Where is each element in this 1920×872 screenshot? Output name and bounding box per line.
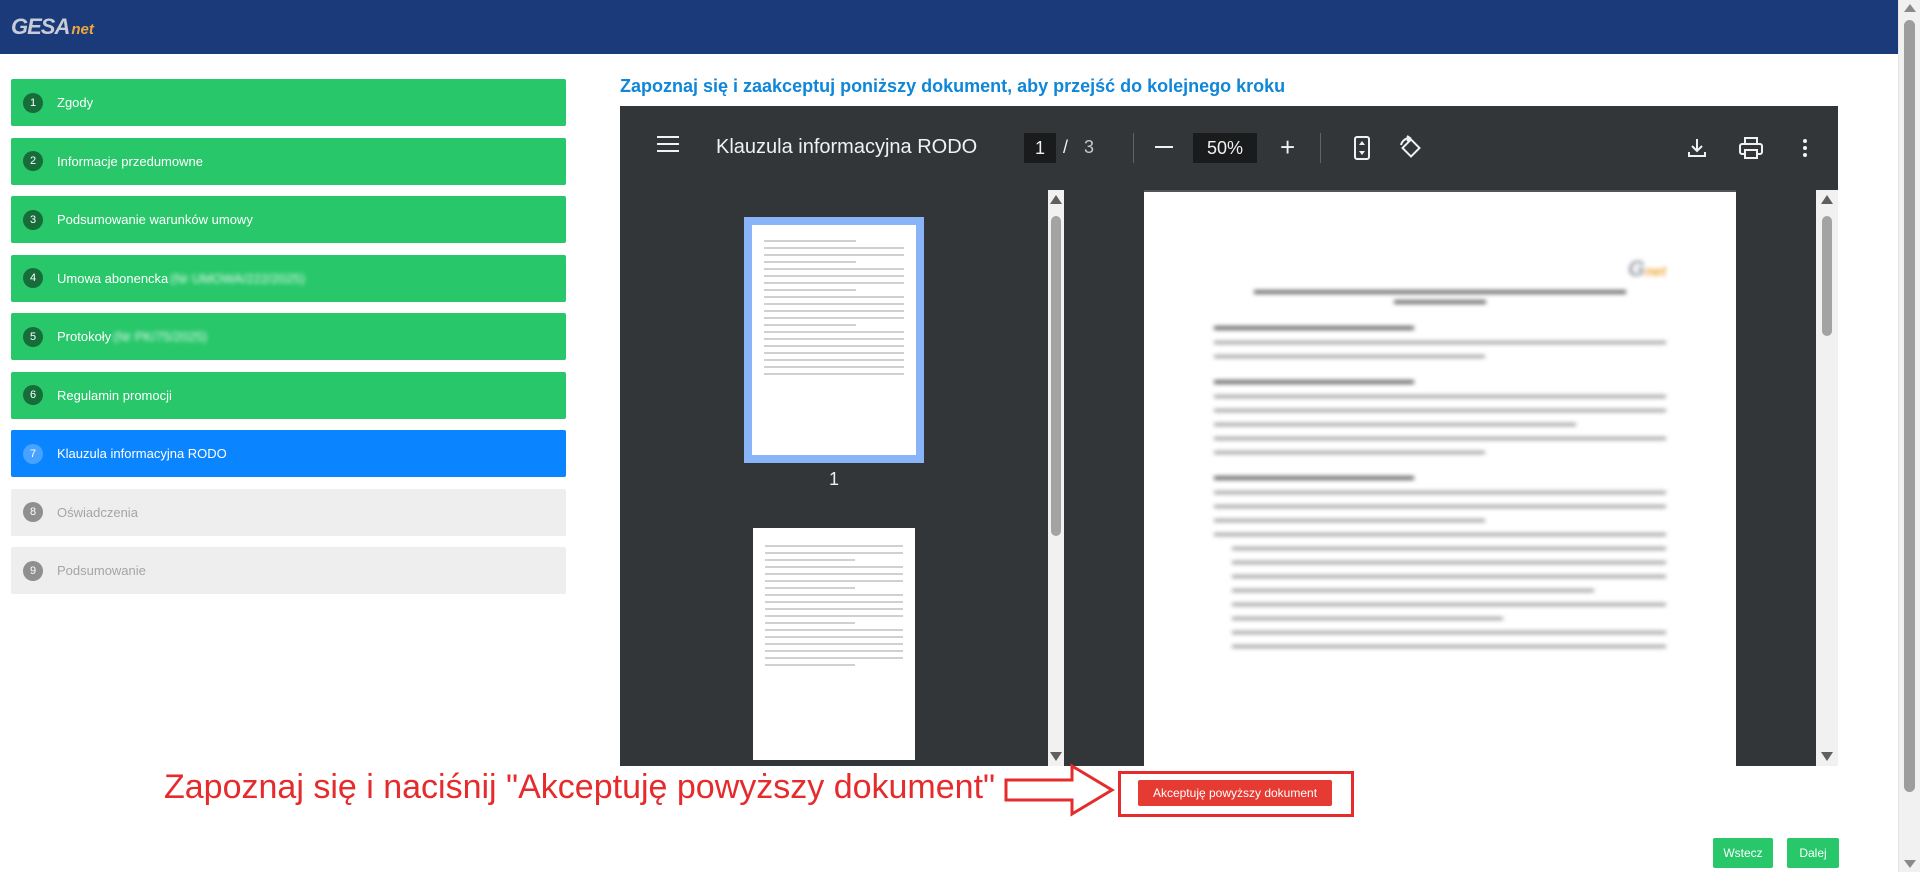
thumbnail-page-label: 1 xyxy=(828,469,840,489)
step-number: 5 xyxy=(23,326,43,347)
toolbar-divider xyxy=(1133,133,1134,163)
step-klauzula-rodo[interactable]: 7 Klauzula informacyjna RODO xyxy=(11,430,566,477)
step-number: 1 xyxy=(23,92,43,113)
thumbnail-page-2[interactable] xyxy=(753,528,915,760)
print-icon[interactable] xyxy=(1736,133,1766,163)
step-label: Regulamin promocji xyxy=(57,387,172,403)
rotate-icon[interactable] xyxy=(1395,133,1425,163)
fit-page-icon[interactable] xyxy=(1347,133,1377,163)
pdf-toolbar: Klauzula informacyjna RODO 1 / 3 50% + xyxy=(620,106,1838,190)
blurred-document-text: Gnet xyxy=(1144,192,1736,648)
page-scrollbar-thumb-viewer[interactable] xyxy=(1822,216,1832,336)
zoom-out-icon[interactable] xyxy=(1155,146,1173,148)
page-scrollbar[interactable] xyxy=(1898,0,1920,872)
step-document-number: (Nr PK/75/2025) xyxy=(113,329,208,344)
step-zgody[interactable]: 1 Zgody xyxy=(11,79,566,126)
step-label: Umowa abonencka xyxy=(57,270,169,286)
document-logo: Gnet xyxy=(1627,256,1666,281)
logo-main-text: GESA xyxy=(11,14,70,39)
step-protokoly[interactable]: 5 Protokoły (Nr PK/75/2025) xyxy=(11,313,566,360)
page-number-input[interactable]: 1 xyxy=(1024,133,1056,163)
scroll-up-icon[interactable] xyxy=(1904,4,1916,12)
instruction-annotation: Zapoznaj się i naciśnij "Akceptuję powyż… xyxy=(164,768,996,806)
zoom-input[interactable]: 50% xyxy=(1193,133,1257,163)
step-podsumowanie-warunkow[interactable]: 3 Podsumowanie warunków umowy xyxy=(11,196,566,243)
step-label: Klauzula informacyjna RODO xyxy=(57,446,227,461)
scroll-up-icon[interactable] xyxy=(1050,195,1062,204)
step-number: 8 xyxy=(23,502,43,522)
more-vert-icon[interactable] xyxy=(1790,133,1820,163)
back-button[interactable]: Wstecz xyxy=(1713,838,1773,868)
step-number: 2 xyxy=(23,151,43,171)
step-umowa-abonencka[interactable]: 4 Umowa abonencka (Nr UMOWA/222/2025) xyxy=(11,254,566,302)
step-number: 9 xyxy=(23,560,43,581)
step-label: Informacje przedumowne xyxy=(57,153,203,169)
step-label: Zgody xyxy=(57,95,94,110)
step-document-number: (Nr UMOWA/222/2025) xyxy=(170,270,305,286)
thumbnail-panel[interactable]: 1 xyxy=(620,190,1048,766)
step-number: 4 xyxy=(23,268,43,288)
step-oswiadczenia: 8 Oświadczenia xyxy=(11,488,566,536)
thumbnail-scrollbar-thumb[interactable] xyxy=(1051,216,1061,536)
download-icon[interactable] xyxy=(1682,133,1712,163)
menu-icon[interactable] xyxy=(657,136,679,154)
logo-suffix-text: net xyxy=(71,21,94,38)
document-heading: Zapoznaj się i zaakceptuj poniższy dokum… xyxy=(620,76,1286,96)
page-scrollbar-viewer[interactable] xyxy=(1816,190,1838,766)
thumbnail-page-1[interactable] xyxy=(744,217,924,463)
step-label: Protokoły xyxy=(57,329,112,344)
page-separator: / xyxy=(1063,137,1069,157)
step-number: 6 xyxy=(23,385,43,405)
scroll-down-icon[interactable] xyxy=(1904,860,1916,868)
step-informacje-przedumowne[interactable]: 2 Informacje przedumowne xyxy=(11,137,566,185)
gesanet-logo[interactable]: GESA net xyxy=(11,14,94,40)
red-arrow-icon xyxy=(1004,763,1115,817)
top-bar: GESA net xyxy=(0,0,1898,54)
total-pages: 3 xyxy=(1084,137,1095,157)
accept-document-button[interactable]: Akceptuję powyższy dokument xyxy=(1138,780,1332,806)
scroll-up-icon[interactable] xyxy=(1821,195,1833,204)
pdf-viewer[interactable]: Klauzula informacyjna RODO 1 / 3 50% + 1… xyxy=(620,106,1838,766)
step-podsumowanie: 9 Podsumowanie xyxy=(11,547,566,594)
step-number: 7 xyxy=(23,443,43,464)
step-regulamin-promocji[interactable]: 6 Regulamin promocji xyxy=(11,371,566,419)
toolbar-divider xyxy=(1320,133,1321,163)
scroll-down-icon[interactable] xyxy=(1050,752,1062,761)
page-scrollbar-thumb[interactable] xyxy=(1904,20,1915,792)
scroll-down-icon[interactable] xyxy=(1821,752,1833,761)
step-label: Podsumowanie warunków umowy xyxy=(57,212,253,227)
steps-list: 1 Zgody 2 Informacje przedumowne 3 Podsu… xyxy=(11,79,566,606)
zoom-in-icon[interactable]: + xyxy=(1280,134,1295,160)
next-button[interactable]: Dalej xyxy=(1787,838,1839,868)
thumbnail-scrollbar[interactable] xyxy=(1048,190,1064,766)
viewer-gutter xyxy=(1064,190,1144,766)
step-number: 3 xyxy=(23,209,43,230)
viewer-gutter xyxy=(1736,190,1816,766)
step-label: Oświadczenia xyxy=(57,504,138,520)
step-label: Podsumowanie xyxy=(57,563,146,578)
pdf-page-content[interactable]: Gnet xyxy=(1144,192,1736,766)
pdf-title: Klauzula informacyjna RODO xyxy=(716,136,978,158)
